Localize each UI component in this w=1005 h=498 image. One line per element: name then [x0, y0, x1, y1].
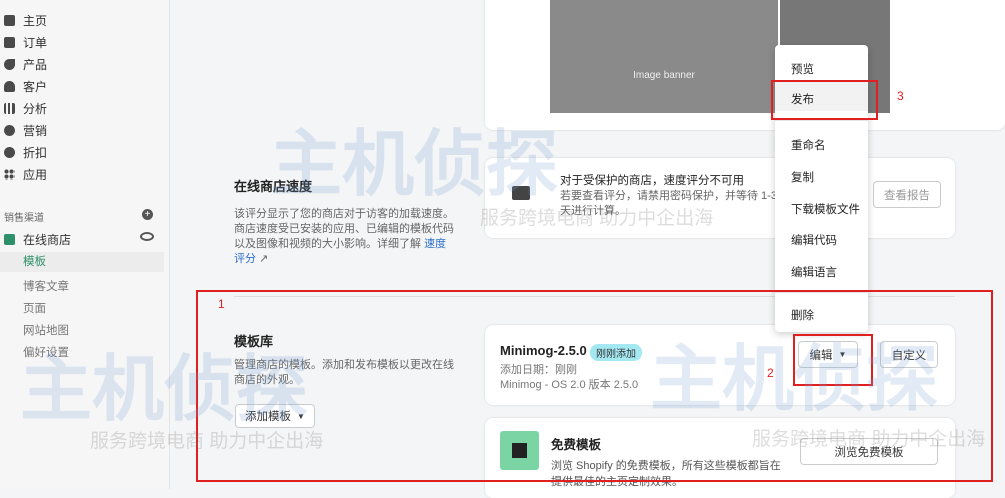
nav-discounts[interactable]: 折扣	[4, 144, 47, 161]
nav-home[interactable]: 主页	[4, 12, 47, 29]
nav-label: 订单	[23, 36, 48, 50]
annotation-number-3: 3	[897, 89, 904, 103]
nav-label: 折扣	[23, 146, 48, 160]
nav-label: 主页	[23, 14, 48, 28]
speed-description: 该评分显示了您的商店对于访客的加载速度。商店速度受已安装的应用、已编辑的模板代码…	[234, 208, 454, 265]
annotation-number-1: 1	[218, 297, 225, 311]
annotation-box-2	[793, 334, 873, 386]
annotation-box-1	[196, 290, 993, 482]
banner-text: Image banner	[633, 70, 695, 81]
nav-label: 客户	[23, 80, 48, 94]
annotation-number-2: 2	[767, 366, 774, 380]
bar-chart-icon	[4, 103, 15, 114]
speed-notice-body: 若要查看评分，请禁用密码保护，并等待 1-3 天进行计算。	[560, 190, 777, 217]
annotation-box-3	[771, 80, 878, 120]
sales-channels-heading: 销售渠道	[4, 213, 44, 224]
nav-navigation[interactable]: 网站地图	[23, 322, 69, 338]
eye-icon[interactable]	[140, 232, 154, 241]
nav-label: 分析	[23, 102, 48, 116]
target-icon	[4, 125, 15, 136]
menu-divider	[775, 120, 868, 121]
menu-item-edit-languages[interactable]: 编辑语言	[791, 264, 837, 280]
nav-online-store[interactable]: 在线商店	[4, 231, 71, 248]
discount-icon	[4, 147, 15, 158]
nav-label: 产品	[23, 58, 48, 72]
nav-preferences[interactable]: 偏好设置	[23, 344, 69, 360]
lock-icon	[512, 186, 530, 200]
nav-marketing[interactable]: 营销	[4, 122, 47, 139]
store-icon	[4, 234, 15, 245]
nav-blog-posts[interactable]: 博客文章	[23, 278, 69, 294]
nav-customers[interactable]: 客户	[4, 78, 47, 95]
home-icon	[4, 15, 15, 26]
nav-pages[interactable]: 页面	[23, 300, 46, 316]
person-icon	[4, 81, 15, 92]
nav-label: 在线商店	[23, 233, 72, 247]
speed-card: 对于受保护的商店，速度评分不可用 若要查看评分，请禁用密码保护，并等待 1-3 …	[485, 158, 955, 238]
apps-icon	[4, 169, 15, 180]
nav-apps[interactable]: 应用	[4, 166, 47, 183]
menu-item-download[interactable]: 下载模板文件	[791, 201, 860, 217]
view-report-button[interactable]: 查看报告	[873, 181, 941, 208]
nav-label: 应用	[23, 168, 48, 182]
tag-icon	[4, 59, 15, 70]
inbox-icon	[4, 37, 15, 48]
preview-desktop-image: Image banner	[550, 0, 778, 113]
speed-desc-text: 该评分显示了您的商店对于访客的加载速度。商店速度受已安装的应用、已编辑的模板代码…	[234, 208, 454, 250]
add-channel-icon[interactable]: +	[142, 209, 153, 220]
menu-item-duplicate[interactable]: 复制	[791, 169, 814, 185]
speed-notice-title: 对于受保护的商店，速度评分不可用	[560, 175, 744, 187]
menu-item-edit-code[interactable]: 编辑代码	[791, 232, 837, 248]
menu-item-preview[interactable]: 预览	[791, 61, 814, 77]
nav-orders[interactable]: 订单	[4, 34, 47, 51]
speed-title: 在线商店速度	[234, 179, 313, 194]
menu-item-rename[interactable]: 重命名	[791, 137, 826, 153]
nav-products[interactable]: 产品	[4, 56, 47, 73]
theme-preview-card: Image banner Image banner	[485, 0, 1005, 130]
nav-label: 营销	[23, 124, 48, 138]
sidebar: 主页 订单 产品 客户 分析 营销 折扣 应用 销售渠道 + 在线商店 模板 博…	[0, 0, 170, 489]
nav-themes[interactable]: 模板	[0, 252, 164, 272]
nav-analytics[interactable]: 分析	[4, 100, 47, 117]
